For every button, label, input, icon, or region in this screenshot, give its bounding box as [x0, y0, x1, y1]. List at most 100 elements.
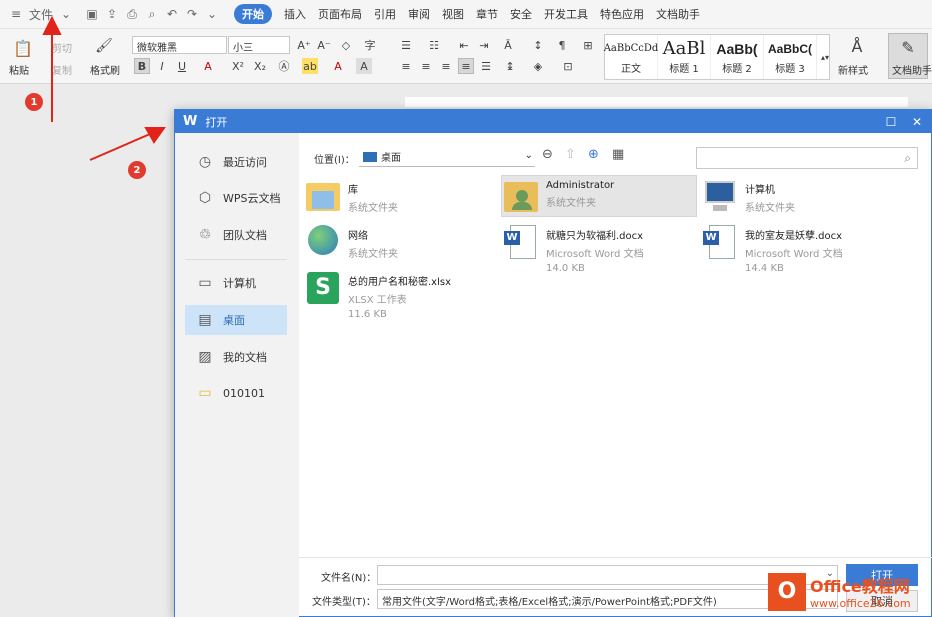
new-folder-icon[interactable]: ⊕: [588, 147, 599, 162]
sidebar-item-wps-cloud[interactable]: ⬡ WPS云文档: [185, 183, 287, 213]
sidebar-item-computer[interactable]: ▭ 计算机: [185, 268, 287, 298]
sidebar-item-folder[interactable]: ▭ 010101: [185, 378, 287, 408]
chevron-down-icon: ⌄: [524, 150, 533, 161]
tab-section[interactable]: 章节: [476, 6, 498, 22]
redo-icon[interactable]: ↷: [185, 7, 199, 21]
file-name: Administrator: [546, 180, 615, 191]
text-effect-icon[interactable]: Ⓐ: [276, 58, 292, 74]
location-select[interactable]: 桌面 ⌄: [359, 147, 535, 167]
tab-developer[interactable]: 开发工具: [544, 6, 588, 22]
monitor-icon: ▭: [198, 275, 212, 291]
file-name: 总的用户名和秘密.xlsx: [348, 277, 452, 288]
tab-references[interactable]: 引用: [374, 6, 396, 22]
distribute-icon[interactable]: ☰: [478, 58, 494, 74]
sidebar-item-recent[interactable]: ◷ 最近访问: [185, 147, 287, 177]
align-left-icon[interactable]: ≡: [398, 58, 414, 74]
style-normal[interactable]: AaBbCcDd 正文: [603, 35, 659, 79]
subscript-icon[interactable]: X₂: [252, 58, 268, 74]
increase-indent-icon[interactable]: ⇥: [476, 37, 492, 53]
copy-label[interactable]: 复制: [52, 62, 72, 77]
tab-doc-assistant[interactable]: 文档助手: [656, 6, 700, 22]
tab-security[interactable]: 安全: [510, 6, 532, 22]
file-size: 11.6 KB: [348, 309, 387, 320]
format-painter-icon[interactable]: 🖌: [95, 37, 113, 55]
save-icon[interactable]: ▣: [85, 7, 99, 21]
sort-icon[interactable]: ↕: [530, 37, 546, 53]
grow-font-icon[interactable]: A⁺: [296, 37, 312, 53]
shading-icon[interactable]: ◈: [530, 58, 546, 74]
file-item-administrator[interactable]: Administrator 系统文件夹: [501, 175, 697, 217]
char-shading-icon[interactable]: A: [356, 58, 372, 74]
style-preview: AaBbCcDd: [603, 42, 659, 54]
close-icon[interactable]: ✕: [905, 110, 929, 133]
file-item-docx-1[interactable]: W 就糖只为软福利.docx Microsoft Word 文档 14.0 KB: [502, 223, 698, 274]
sidebar-item-team[interactable]: ♲ 团队文档: [185, 220, 287, 250]
char-scaling-icon[interactable]: Ā: [500, 37, 516, 53]
borders-icon[interactable]: ⊡: [560, 58, 576, 74]
back-icon[interactable]: ⊖: [542, 147, 553, 162]
sidebar-item-my-documents[interactable]: ▨ 我的文档: [185, 342, 287, 372]
preview-icon[interactable]: ⌕: [145, 7, 159, 21]
view-mode-icon[interactable]: ▦: [612, 147, 624, 162]
search-icon: ⌕: [904, 151, 911, 165]
style-preview: AaBl: [662, 37, 706, 59]
file-item-network[interactable]: 网络 系统文件夹: [304, 223, 500, 265]
desktop-icon: [363, 151, 377, 162]
tab-start[interactable]: 开始: [234, 4, 273, 24]
file-item-docx-2[interactable]: W 我的室友是妖孽.docx Microsoft Word 文档 14.4 KB: [701, 223, 897, 274]
line-spacing-icon[interactable]: ↨: [502, 58, 518, 74]
sidebar-item-label: 最近访问: [223, 156, 267, 169]
search-input[interactable]: ⌕: [696, 147, 918, 169]
file-size: 14.4 KB: [745, 263, 784, 274]
align-center-icon[interactable]: ≡: [418, 58, 434, 74]
cut-label[interactable]: 剪切: [52, 40, 72, 55]
font-name-select[interactable]: 微软雅黑: [132, 36, 227, 54]
font-color-icon[interactable]: A: [330, 58, 346, 74]
phonetic-icon[interactable]: 字: [362, 37, 378, 53]
tab-special[interactable]: 特色应用: [600, 6, 644, 22]
italic-icon[interactable]: I: [154, 58, 170, 74]
up-folder-icon[interactable]: ⇧: [565, 147, 576, 162]
sidebar-item-desktop[interactable]: ▤ 桌面: [185, 305, 287, 335]
bullets-icon[interactable]: ☰: [398, 37, 414, 53]
new-style-label[interactable]: 新样式: [838, 62, 868, 77]
align-right-icon[interactable]: ≡: [438, 58, 454, 74]
tab-insert[interactable]: 插入: [284, 6, 306, 22]
style-heading-1[interactable]: AaBl 标题 1: [658, 35, 711, 79]
table-icon[interactable]: ⊞: [580, 37, 596, 53]
superscript-icon[interactable]: X²: [230, 58, 246, 74]
font-size-select[interactable]: 小三: [228, 36, 290, 54]
file-item-computer[interactable]: 计算机 系统文件夹: [701, 177, 897, 219]
shrink-font-icon[interactable]: A⁻: [316, 37, 332, 53]
export-icon[interactable]: ⇪: [105, 7, 119, 21]
paste-icon[interactable]: 📋: [12, 37, 34, 59]
maximize-icon[interactable]: ☐: [879, 110, 903, 133]
ribbon: 📋 粘贴 剪切 复制 🖌 格式刷 微软雅黑 小三 A⁺ A⁻ ◇ 字 B I U…: [0, 29, 932, 84]
file-item-library[interactable]: 库 系统文件夹: [304, 177, 500, 219]
highlight-icon[interactable]: ab: [302, 58, 318, 74]
numbering-icon[interactable]: ☷: [426, 37, 442, 53]
bold-icon[interactable]: B: [134, 58, 150, 74]
print-icon[interactable]: ⎙: [125, 7, 139, 21]
document-page[interactable]: [405, 97, 908, 107]
undo-icon[interactable]: ↶: [165, 7, 179, 21]
clear-format-icon[interactable]: ◇: [338, 37, 354, 53]
new-style-icon[interactable]: Å: [846, 35, 868, 57]
tab-view[interactable]: 视图: [442, 6, 464, 22]
decrease-indent-icon[interactable]: ⇤: [456, 37, 472, 53]
show-marks-icon[interactable]: ¶: [554, 37, 570, 53]
style-gallery: AaBbCcDd 正文 AaBl 标题 1 AaBb( 标题 2 AaBbC( …: [604, 34, 830, 80]
underline-icon[interactable]: U: [174, 58, 190, 74]
format-painter-label[interactable]: 格式刷: [90, 62, 120, 77]
tab-review[interactable]: 审阅: [408, 6, 430, 22]
strikethrough-icon[interactable]: A: [200, 58, 216, 74]
justify-icon[interactable]: ≡: [458, 58, 474, 74]
customize-icon[interactable]: ⌄: [205, 7, 219, 21]
file-item-xlsx[interactable]: S 总的用户名和秘密.xlsx XLSX 工作表 11.6 KB: [304, 269, 500, 320]
paste-label[interactable]: 粘贴: [9, 62, 29, 77]
style-heading-3[interactable]: AaBbC( 标题 3: [764, 35, 817, 79]
style-heading-2[interactable]: AaBb( 标题 2: [711, 35, 764, 79]
style-scroll-icon[interactable]: ▴▾: [820, 39, 830, 75]
file-menu[interactable]: ≡ 文件 ⌄: [6, 7, 76, 22]
tab-page-layout[interactable]: 页面布局: [318, 6, 362, 22]
